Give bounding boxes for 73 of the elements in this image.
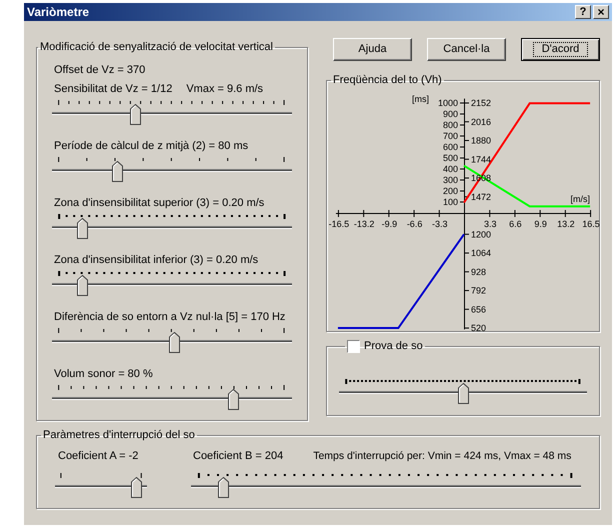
dialog-button[interactable]: Cancel·la [427, 38, 506, 61]
tick-label: 1472 [471, 192, 492, 202]
slider[interactable] [52, 385, 292, 411]
tick-label: 792 [471, 286, 486, 296]
slider-thumb[interactable] [131, 477, 142, 498]
tick-label: 2152 [471, 98, 492, 108]
tick-label: 200 [442, 186, 458, 196]
tick-label: 300 [442, 175, 458, 185]
slider-label: Vmax = 9.6 m/s [186, 83, 264, 96]
tick-label: 520 [471, 323, 486, 334]
slider[interactable] [191, 473, 581, 499]
tick-label: 500 [442, 153, 458, 163]
close-button[interactable]: × [593, 5, 609, 19]
slider-thumb[interactable] [77, 275, 88, 296]
tick-label: -3.3 [432, 219, 448, 229]
slider-label: Zona d'insensibilitat superior (3) = 0.20 m/s [54, 197, 264, 210]
slider[interactable] [339, 379, 587, 405]
slider[interactable] [52, 328, 292, 354]
slider[interactable] [52, 271, 292, 297]
tick-label: -6.6 [406, 219, 422, 229]
tick-label: 656 [471, 304, 486, 314]
tick-label: -16.5 [328, 219, 350, 229]
tick-label: 800 [442, 120, 458, 130]
tick-label: 2016 [471, 116, 492, 127]
tick-label: 1000 [438, 98, 458, 108]
tick-label: 1744 [471, 154, 492, 164]
tick-label: 1200 [471, 229, 492, 240]
tick-label: 1880 [471, 136, 492, 146]
slider-thumb[interactable] [112, 161, 123, 182]
tick-label: 1064 [471, 248, 492, 258]
slider-label: Volum sonor = 80 % [54, 368, 153, 381]
axis-label: [ms] [412, 94, 429, 104]
slider[interactable] [55, 473, 147, 499]
slider[interactable] [52, 157, 292, 183]
slider[interactable] [52, 214, 292, 240]
tick-label: 16.5 [582, 219, 600, 229]
slider-thumb[interactable] [218, 477, 229, 498]
dialog-button[interactable]: Ajuda [333, 38, 412, 61]
checkbox-label: Prova de so [364, 340, 423, 353]
interruption-time-text: Temps d'interrupció per: Vmin = 424 ms, Vmax = 48 ms [313, 450, 572, 463]
tick-label: 13.2 [557, 219, 575, 229]
group-title: Modificació de senyalització de velocitat vertical [39, 41, 274, 54]
tick-label: -13.2 [354, 219, 374, 229]
slider-label: Diferència de so entorn a Vz nul·la [5] = 170 Hz [54, 311, 286, 324]
tick-label: 6.6 [509, 219, 522, 229]
tick-label: 400 [442, 164, 458, 174]
slider-label: Offset de Vz = 370 [54, 64, 146, 77]
slider-thumb[interactable] [77, 218, 88, 239]
slider-thumb[interactable] [458, 383, 468, 404]
axis-label: [m/s] [570, 194, 590, 204]
slider-thumb[interactable] [228, 389, 240, 410]
slider-label: Període de càlcul de z mitjà (2) = 80 ms [54, 140, 248, 153]
checkbox[interactable] [347, 340, 360, 353]
slider-thumb[interactable] [168, 332, 180, 353]
tick-label: 9.9 [534, 219, 547, 229]
tick-label: 100 [442, 197, 458, 207]
tick-label: 900 [442, 109, 458, 119]
tick-label: -9.9 [382, 219, 398, 229]
help-button[interactable]: ? [575, 5, 591, 19]
group-title: Paràmetres d'interrupció del so [42, 429, 196, 442]
tick-label: 700 [442, 131, 458, 141]
group-title: Freqüència del to (Vh) [332, 74, 443, 87]
dialog-button[interactable]: D'acord [521, 38, 600, 61]
slider[interactable] [52, 100, 292, 126]
tick-label: 928 [471, 266, 486, 277]
slider-label: Zona d'insensibilitat inferior (3) = 0.20 m/s [54, 254, 258, 267]
tick-label: 3.3 [484, 219, 496, 229]
slider-thumb[interactable] [130, 104, 141, 125]
slider-label: Sensibilitat de Vz = 1/12 [54, 83, 172, 96]
tick-label: 600 [442, 142, 458, 152]
slider-label: Coeficient A = -2 [58, 450, 140, 463]
slider-label: Coeficient B = 204 [193, 450, 284, 463]
window-title: Variòmetre [27, 6, 90, 18]
